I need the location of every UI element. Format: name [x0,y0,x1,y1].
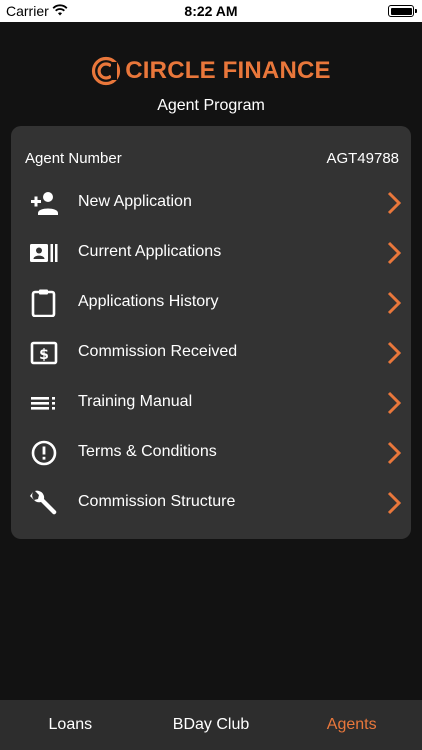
menu-item-label: Terms & Conditions [78,443,217,460]
chevron-right-icon [387,441,401,465]
chevron-right-icon [387,491,401,515]
menu-item-applications-history[interactable]: Applications History [11,277,411,327]
menu-item-current-applications[interactable]: Current Applications [11,227,411,277]
brand-name: CIRCLE FINANCE [125,57,331,84]
tab-loans[interactable]: Loans [0,700,141,750]
agent-number-value: AGT49788 [326,150,399,167]
clock: 8:22 AM [184,3,238,19]
menu-item-training-manual[interactable]: Training Manual [11,377,411,427]
menu-item-label: Applications History [78,293,219,310]
clipboard-icon [31,289,56,317]
agent-number-row: Agent Number AGT49788 [25,150,399,167]
app-screen: Carrier 8:22 AM CIRCLE FINANCE Agent Pro… [0,0,422,750]
menu-item-label: Current Applications [78,243,222,260]
menu-item-label: Commission Received [78,343,238,360]
status-bar: Carrier 8:22 AM [0,0,422,22]
contact-card-icon [30,244,58,262]
brand-header: CIRCLE FINANCE [0,56,422,86]
tab-agents[interactable]: Agents [281,700,422,750]
chevron-right-icon [387,291,401,315]
menu-item-terms-conditions[interactable]: Terms & Conditions [11,427,411,477]
battery-icon [388,5,417,17]
list-icon [31,397,55,410]
menu-item-label: Training Manual [78,393,193,410]
alert-circle-icon [31,440,57,466]
menu-item-new-application[interactable]: New Application [11,177,411,227]
svg-text:$: $ [39,347,49,363]
chevron-right-icon [387,391,401,415]
bottom-tab-bar: Loans BDay Club Agents [0,700,422,750]
agent-menu-card: Agent Number AGT49788 New Application Cu… [11,126,411,539]
menu-item-label: Commission Structure [78,493,236,510]
wrench-icon [30,490,57,515]
agent-number-label: Agent Number [25,150,122,167]
circle-finance-logo-icon [92,56,121,86]
add-person-icon [31,192,58,215]
dollar-bill-icon: $ [30,341,58,365]
page-subtitle: Agent Program [157,97,265,114]
tab-bday-club[interactable]: BDay Club [141,700,282,750]
menu-item-label: New Application [78,193,192,210]
chevron-right-icon [387,191,401,215]
chevron-right-icon [387,241,401,265]
chevron-right-icon [387,341,401,365]
menu-item-commission-received[interactable]: $ Commission Received [11,327,411,377]
menu-item-commission-structure[interactable]: Commission Structure [11,477,411,527]
